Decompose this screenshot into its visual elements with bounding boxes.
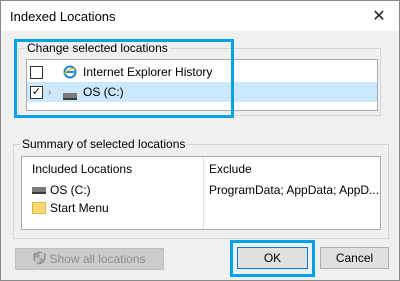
change-locations-highlight <box>14 39 234 118</box>
shield-icon <box>33 251 46 268</box>
window-title: Indexed Locations <box>10 9 116 24</box>
cancel-label: Cancel <box>335 251 374 265</box>
close-button[interactable]: ✕ <box>359 1 399 31</box>
indexed-locations-dialog: Indexed Locations ✕ Change selected loca… <box>0 0 400 281</box>
included-locations-header: Included Locations <box>32 162 133 176</box>
cancel-button[interactable]: Cancel <box>320 247 389 269</box>
folder-icon <box>32 202 46 214</box>
exclude-row: ProgramData; AppData; AppD... <box>209 183 379 197</box>
close-icon: ✕ <box>372 8 386 25</box>
show-all-label: Show all locations <box>49 252 146 266</box>
included-row-os-c: OS (C:) <box>32 183 91 197</box>
included-label: Start Menu <box>50 201 109 215</box>
column-divider <box>203 157 204 229</box>
exclude-value: ProgramData; AppData; AppD... <box>209 183 380 197</box>
summary-table: Included Locations Exclude OS (C:) Start… <box>21 156 381 230</box>
summary-label: Summary of selected locations <box>20 137 188 151</box>
exclude-header: Exclude <box>209 162 252 176</box>
ok-label: OK <box>263 251 282 265</box>
show-all-locations-button[interactable]: Show all locations <box>15 248 164 270</box>
title-bar: Indexed Locations ✕ <box>1 1 399 31</box>
drive-icon <box>32 186 46 194</box>
ok-button[interactable]: OK <box>237 247 308 269</box>
included-label: OS (C:) <box>50 183 91 197</box>
included-row-start-menu: Start Menu <box>32 201 109 215</box>
